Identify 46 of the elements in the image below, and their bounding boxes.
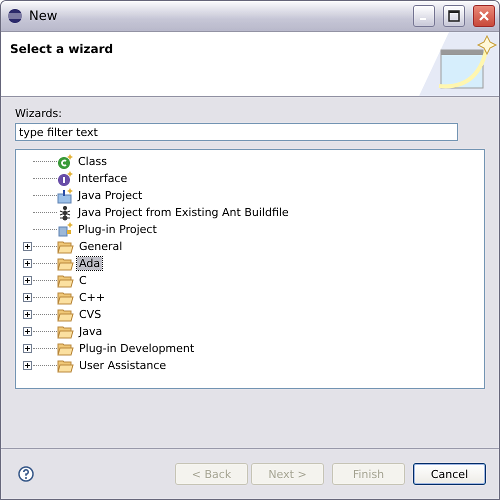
- folder-icon: [57, 240, 74, 254]
- interface-icon: [57, 170, 73, 186]
- tree-item[interactable]: User Assistance: [77, 359, 168, 372]
- folder-icon: [57, 342, 74, 356]
- expand-icon[interactable]: [23, 276, 32, 285]
- filter-field[interactable]: type filter text: [15, 123, 458, 141]
- tree-item[interactable]: General: [77, 240, 124, 253]
- maximize-icon: [448, 10, 460, 22]
- folder-icon: [57, 308, 74, 322]
- expand-icon[interactable]: [23, 293, 32, 302]
- tree-item[interactable]: Class: [76, 155, 109, 168]
- expand-icon[interactable]: [23, 310, 32, 319]
- tree-item[interactable]: CVS: [77, 308, 104, 321]
- minimize-button[interactable]: [413, 5, 435, 27]
- folder-icon: [57, 324, 74, 338]
- wizard-button[interactable]: Cancel: [413, 463, 486, 485]
- ant-icon: [57, 204, 73, 220]
- expand-icon[interactable]: [23, 259, 32, 268]
- window-title: New: [29, 8, 58, 24]
- wizard-heading: Select a wizard: [10, 42, 114, 58]
- folder-icon: [57, 256, 74, 270]
- expand-icon[interactable]: [23, 327, 32, 336]
- close-icon: [478, 10, 490, 22]
- tree-item[interactable]: Java: [77, 325, 104, 338]
- expand-icon[interactable]: [23, 361, 32, 370]
- close-button[interactable]: [473, 5, 495, 27]
- plugin-icon: [57, 222, 73, 238]
- tree-item[interactable]: Java Project from Existing Ant Buildfile: [76, 206, 291, 219]
- help-icon[interactable]: [18, 466, 34, 482]
- project-folder-icon: [57, 188, 73, 204]
- tree-item[interactable]: C++: [77, 291, 108, 304]
- tree-item[interactable]: Java Project: [76, 189, 144, 202]
- expand-icon[interactable]: [23, 242, 32, 251]
- tree-item[interactable]: Plug-in Development: [77, 342, 196, 355]
- tree-item[interactable]: Interface: [76, 172, 130, 185]
- class-icon: [57, 154, 73, 170]
- tree-item[interactable]: Plug-in Project: [76, 223, 159, 236]
- wizards-label: Wizards:: [15, 107, 63, 120]
- folder-icon: [57, 290, 74, 304]
- app-icon: [7, 8, 23, 24]
- tree-item[interactable]: Ada: [77, 257, 102, 270]
- folder-icon: [57, 358, 74, 372]
- expand-icon[interactable]: [23, 344, 32, 353]
- maximize-button[interactable]: [443, 5, 465, 27]
- tree-item[interactable]: C: [77, 274, 89, 287]
- folder-icon: [57, 274, 74, 288]
